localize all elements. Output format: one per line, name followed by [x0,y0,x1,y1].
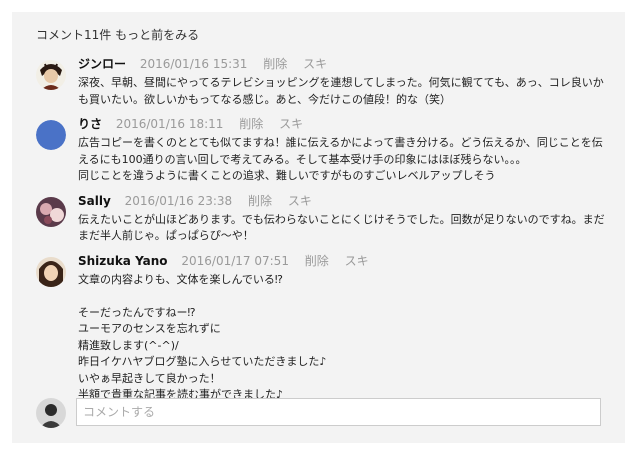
comment-line: も買いたい。欲しいかもってなる感じ。あと、今だけこの値段！的な（笑） [78,92,452,106]
comment-line: 深夜、早朝、昼間にやってるテレビショッピングを連想してしまった。何気に観てても、… [78,76,604,89]
comment-date: 2016/01/16 23:38 [124,193,233,208]
like-button[interactable]: スキ [345,254,369,268]
delete-button[interactable]: 削除 [263,57,287,71]
delete-button[interactable]: 削除 [248,194,272,208]
comment-meta: Shizuka Yano 2016/01/17 07:51 削除 スキ [78,253,601,270]
comment-line [78,288,601,305]
comment-item: Sally 2016/01/16 23:38 削除 スキ 伝えたいことが山ほどあ… [36,193,605,245]
comment-line: 広告コピーを書くのととても似てますね！誰に伝えるかによって書き分ける。どう伝える… [78,136,603,149]
comment-date: 2016/01/16 18:11 [115,117,224,131]
comment-body: 伝えたいことが山ほどあります。でも伝わらないことにくじけそうでした。回数が足りな… [78,212,605,245]
comment-line: 文章の内容よりも、文体を楽しんでいる⁉ [78,272,283,286]
comment-body: 文章の内容よりも、文体を楽しんでいる⁉ そーだったんですねー⁉ ユーモアのセンス… [78,272,601,404]
avatar[interactable] [36,256,66,287]
comment-meta: りさ 2016/01/16 18:11 削除 スキ [78,116,601,133]
default-avatar-icon [36,120,66,150]
comment-meta: ジンロー 2016/01/16 15:31 削除 スキ [78,56,601,73]
comment-line: 昨日イケハヤブログ塾に入らせていただきました♪ [78,355,327,368]
comment-author[interactable]: Shizuka Yano [78,254,168,268]
comment-line: えるにも100通りの言い回しで考えてみる。そして基本受け手の印象にはほぼ残らない… [78,152,527,166]
avatar[interactable] [36,60,66,90]
user-avatar-icon [36,196,66,227]
comment-body: 広告コピーを書くのととても似てますね！誰に伝えるかによって書き分ける。どう伝える… [78,135,603,185]
comment-line: 伝えたいことが山ほどあります。でも伝わらないことにくじけそうでした。回数が足りな… [78,212,605,226]
comment-meta: Sally 2016/01/16 23:38 削除 スキ [78,193,601,210]
user-avatar-icon [36,60,66,90]
comment-line: いやぁ早起きして良かった！ [78,371,221,385]
avatar[interactable] [36,196,66,227]
comment-body: 深夜、早朝、昼間にやってるテレビショッピングを連想してしまった。何気に観てても、… [78,75,604,108]
comment-line: 同じことを違うように書くことの追求、難しいですがものすごいレベルアップしそう [78,169,496,182]
comment-line: まだ半人前じゃ。ぱっぱらぴ〜や！ [78,229,254,242]
comment-date: 2016/01/17 07:51 [181,253,289,268]
comment-line: ユーモアのセンスを忘れずに [78,322,221,335]
like-button[interactable]: スキ [303,57,327,71]
comment-composer [36,396,601,430]
delete-button[interactable]: 削除 [305,254,329,268]
avatar[interactable] [36,120,66,150]
like-button[interactable]: スキ [288,194,312,208]
user-avatar-icon [36,398,66,428]
comment-item: りさ 2016/01/16 18:11 削除 スキ 広告コピーを書くのととても似… [36,116,603,185]
comment-author[interactable]: Sally [78,194,111,208]
comments-panel: コメント11件 もっと前をみる ジンロー 2016/01/16 15:31 削除… [12,12,625,443]
comment-input[interactable] [76,398,601,426]
comment-item: Shizuka Yano 2016/01/17 07:51 削除 スキ 文章の内… [36,253,601,404]
delete-button[interactable]: 削除 [239,117,263,131]
comment-date: 2016/01/16 15:31 [139,57,248,71]
comments-header[interactable]: コメント11件 もっと前をみる [36,26,601,46]
comment-line: 精進致します(^-^)/ [78,338,179,352]
comment-item: ジンロー 2016/01/16 15:31 削除 スキ 深夜、早朝、昼間にやって… [36,56,604,108]
like-button[interactable]: スキ [279,117,303,131]
comment-author[interactable]: りさ [78,117,102,131]
comment-line: そーだったんですねー⁉ [78,305,196,319]
comment-author[interactable]: ジンロー [78,57,126,71]
current-user-avatar [36,398,66,428]
user-avatar-icon [36,256,66,287]
